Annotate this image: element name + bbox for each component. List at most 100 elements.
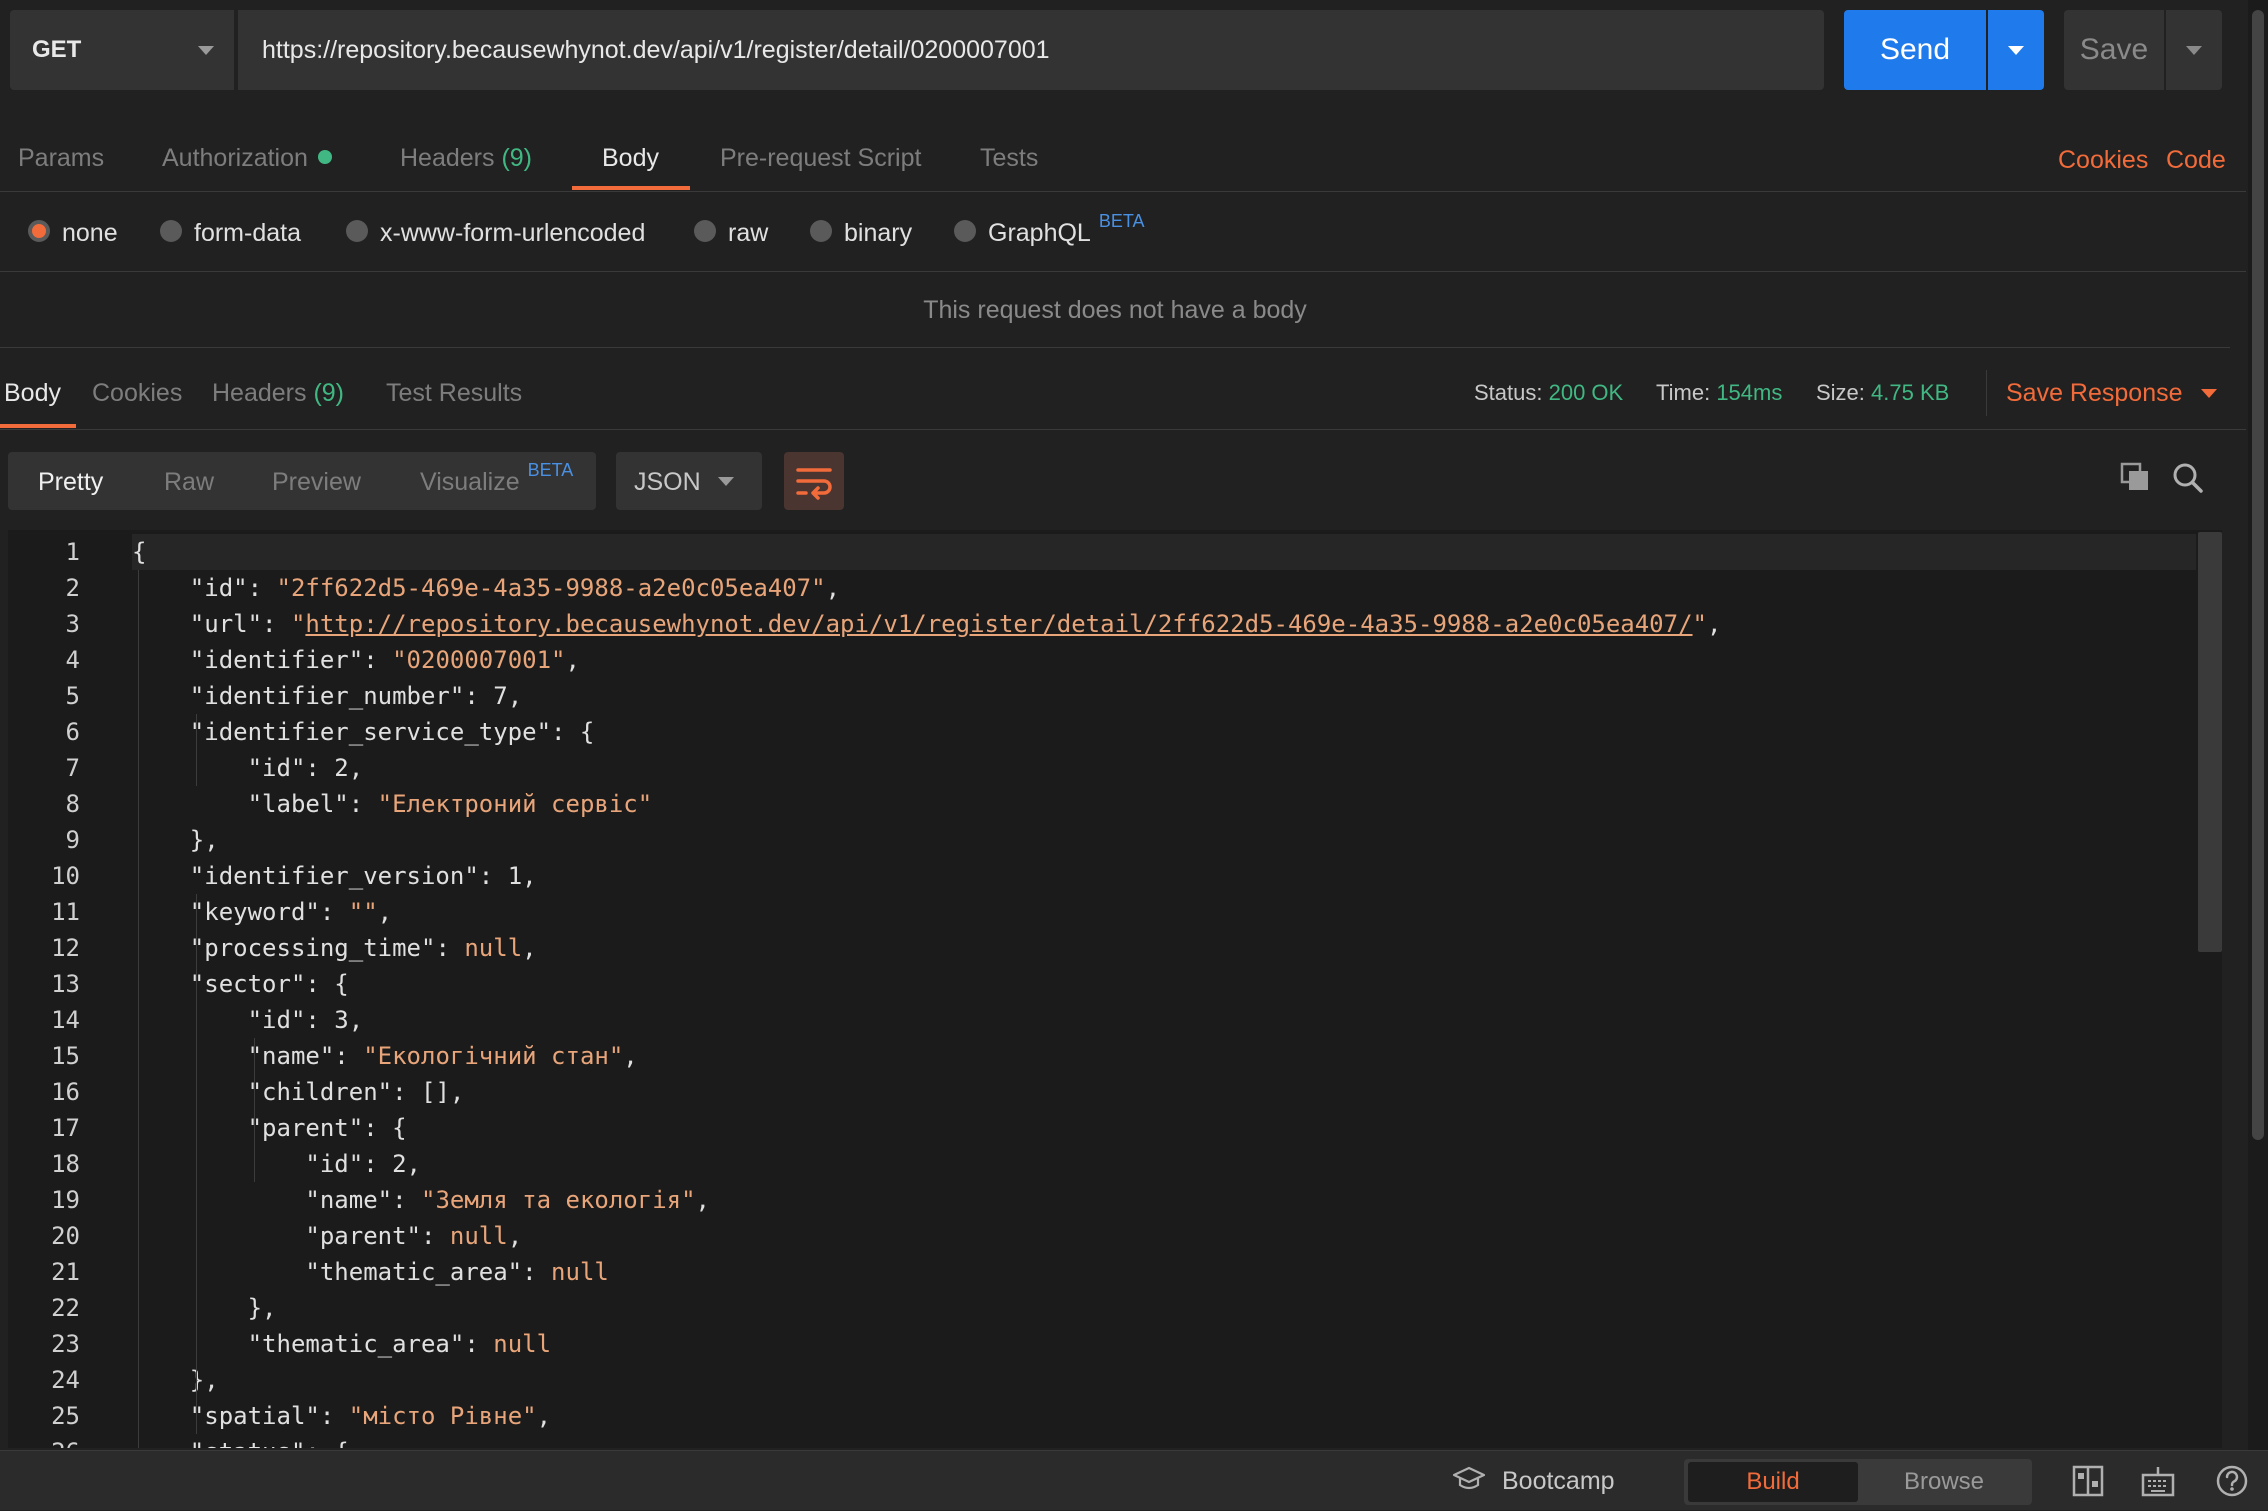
tab-headers[interactable]: Headers (9) <box>400 112 532 204</box>
time-label: Time: <box>1656 380 1711 405</box>
browse-button[interactable]: Browse <box>1860 1462 2028 1502</box>
radio-icon <box>346 220 368 243</box>
view-preview[interactable]: Preview <box>272 452 361 512</box>
line-number: 12 <box>51 934 80 962</box>
view-pretty[interactable]: Pretty <box>38 452 103 512</box>
radio-none[interactable]: none <box>28 192 118 272</box>
beta-badge: BETA <box>527 460 574 480</box>
line-number: 20 <box>51 1222 80 1250</box>
view-visualize-label: Visualize <box>420 468 520 496</box>
format-select[interactable]: JSON <box>616 452 762 510</box>
code-line: "parent": { <box>247 1114 407 1142</box>
line-number: 22 <box>51 1294 80 1322</box>
help-icon[interactable] <box>2214 1463 2250 1499</box>
active-tab-indicator <box>572 186 690 190</box>
beta-badge: BETA <box>1098 211 1145 231</box>
code-line: }, <box>132 826 219 854</box>
tab-params[interactable]: Params <box>18 112 104 204</box>
tab-authorization[interactable]: Authorization <box>162 112 332 204</box>
code-line: "thematic_area": null <box>305 1258 609 1286</box>
radio-raw-label: raw <box>728 219 769 247</box>
response-tabs: Body Cookies Headers (9) Test Results St… <box>0 350 2246 430</box>
view-raw[interactable]: Raw <box>164 452 214 512</box>
request-tabs: Params Authorization Headers (9) Body Pr… <box>0 112 2246 192</box>
method-select[interactable]: GET <box>10 10 234 90</box>
line-number: 23 <box>51 1330 80 1358</box>
send-button[interactable]: Send <box>1844 10 1986 90</box>
code-line: "name": "Земля та екологія", <box>305 1186 710 1214</box>
wrap-lines-button[interactable] <box>784 452 844 510</box>
line-number: 13 <box>51 970 80 998</box>
radio-binary[interactable]: binary <box>810 192 912 272</box>
save-response-button[interactable]: Save Response <box>2006 350 2217 436</box>
save-response-label: Save Response <box>2006 379 2183 407</box>
line-number-gutter: 1 2 3 4 5 6 7 8 9 10 11 12 13 14 15 16 17 18 19 20 21 22 23 24 2… <box>8 530 88 1448</box>
code-line: "id": "2ff622d5-469e-4a35-9988-a2e0c05ea… <box>189 574 841 602</box>
save-button[interactable]: Save <box>2064 10 2164 90</box>
bootcamp-label: Bootcamp <box>1502 1467 1615 1495</box>
no-body-message: This request does not have a body <box>0 272 2230 348</box>
time-readout: Time: 154ms <box>1656 350 1782 436</box>
save-options-button[interactable] <box>2166 10 2222 90</box>
indent-guide <box>196 894 197 1434</box>
size-label: Size: <box>1816 380 1865 405</box>
send-options-button[interactable] <box>1988 10 2044 90</box>
code-line: "identifier_number": 7, <box>189 682 523 710</box>
status-bar: Bootcamp Build Browse <box>0 1450 2268 1510</box>
response-headers-count: (9) <box>313 379 345 407</box>
radio-selected-icon <box>28 220 50 243</box>
response-body-editor[interactable]: 1 2 3 4 5 6 7 8 9 10 11 12 13 14 15 16 17 18 19 20 21 22 23 24 2… <box>8 530 2222 1448</box>
response-tab-cookies[interactable]: Cookies <box>92 350 182 436</box>
radio-icon <box>694 220 716 243</box>
status-readout: Status: 200 OK <box>1474 350 1623 436</box>
code-line: "identifier_version": 1, <box>189 862 537 890</box>
bootcamp-button[interactable]: Bootcamp <box>1452 1451 1615 1511</box>
build-browse-switcher: Build Browse <box>1684 1459 2032 1505</box>
radio-urlencoded[interactable]: x-www-form-urlencoded <box>346 192 645 272</box>
url-input[interactable]: https://repository.becausewhynot.dev/api… <box>238 10 1824 90</box>
response-tab-headers[interactable]: Headers (9) <box>212 350 344 436</box>
tab-body[interactable]: Body <box>602 112 659 204</box>
radio-none-label: none <box>62 219 118 247</box>
line-number: 10 <box>51 862 80 890</box>
line-number: 4 <box>65 646 80 674</box>
active-tab-indicator <box>0 424 76 428</box>
tab-prerequest-script[interactable]: Pre-request Script <box>720 112 921 204</box>
copy-icon[interactable] <box>2120 462 2150 492</box>
line-number: 5 <box>65 682 80 710</box>
code-line: "thematic_area": null <box>247 1330 552 1358</box>
radio-graphql[interactable]: GraphQL BETA <box>954 192 1145 272</box>
line-number: 6 <box>65 718 80 746</box>
line-number: 19 <box>51 1186 80 1214</box>
code-line: "id": 2, <box>305 1150 421 1178</box>
radio-icon <box>810 220 832 243</box>
search-icon[interactable] <box>2172 462 2204 494</box>
indent-guide <box>138 570 139 1448</box>
code-line: "id": 2, <box>247 754 364 782</box>
status-label: Status: <box>1474 380 1543 405</box>
line-number: 9 <box>65 826 80 854</box>
request-bar: GET https://repository.becausewhynot.dev… <box>0 0 2268 110</box>
tab-headers-label: Headers <box>400 144 495 172</box>
response-tab-test-results[interactable]: Test Results <box>386 350 522 436</box>
size-readout: Size: 4.75 KB <box>1816 350 1949 436</box>
line-number: 1 <box>65 538 80 566</box>
build-button[interactable]: Build <box>1688 1462 1858 1502</box>
editor-scrollbar-thumb[interactable] <box>2198 532 2222 952</box>
size-value: 4.75 KB <box>1871 380 1950 405</box>
wrap-lines-icon <box>796 468 832 500</box>
line-number: 2 <box>65 574 80 602</box>
tab-tests[interactable]: Tests <box>980 112 1038 204</box>
keyboard-icon[interactable] <box>2140 1463 2176 1499</box>
view-visualize[interactable]: Visualize BETA <box>420 452 573 514</box>
line-number: 25 <box>51 1402 80 1430</box>
code-line: "identifier": "0200007001", <box>189 646 580 674</box>
radio-raw[interactable]: raw <box>694 192 768 272</box>
status-value: 200 OK <box>1548 380 1624 405</box>
page-scrollbar-thumb[interactable] <box>2252 10 2264 1140</box>
code-line: "name": "Екологічний стан", <box>247 1042 638 1070</box>
radio-form-data[interactable]: form-data <box>160 192 301 272</box>
chevron-down-icon <box>2008 46 2024 55</box>
two-pane-icon[interactable] <box>2070 1463 2106 1499</box>
code-line: "label": "Електроний сервіс" <box>247 790 653 818</box>
